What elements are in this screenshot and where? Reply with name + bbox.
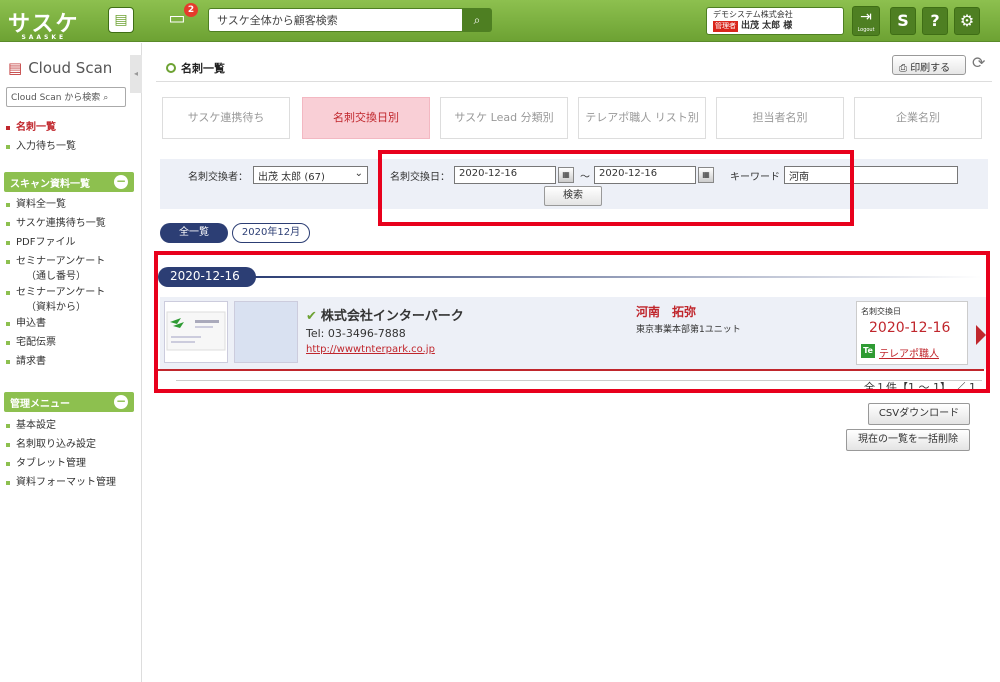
sidebar-item-pdf[interactable]: PDFファイル [6, 233, 136, 252]
csv-download-button[interactable]: CSVダウンロード [868, 403, 970, 425]
cloudscan-icon: ▤ [8, 59, 23, 77]
bulk-delete-button[interactable]: 現在の一覧を一括削除 [846, 429, 970, 451]
admin-badge: 管理者 [713, 21, 738, 32]
print-label: 印刷する [910, 63, 951, 74]
logout-label: Logout [857, 27, 875, 33]
sidebar-item-seminar-docs[interactable]: セミナーアンケート （資料から） [6, 283, 136, 314]
collapse-minus-icon[interactable]: − [114, 395, 128, 409]
help-button[interactable]: ? [922, 7, 948, 35]
admin-section-header[interactable]: 管理メニュー − [4, 392, 134, 412]
notification-badge: 2 [184, 3, 198, 17]
tab-exchange-date[interactable]: 名刺交換日別 [302, 97, 430, 139]
highlight-box-results [154, 251, 990, 393]
pill-all-list[interactable]: 全一覧 [160, 223, 228, 243]
page-title-text: 名刺一覧 [181, 62, 225, 75]
chevron-down-icon: ⌄ [354, 168, 363, 179]
sidebar-search-input[interactable]: Cloud Scan から検索 ⌕ [6, 87, 126, 107]
scan-section-header[interactable]: スキャン資料一覧 − [4, 172, 134, 192]
top-bar: サスケ SAASKE ▤ ▭ 2 サスケ全体から顧客検索 ⌕ デモシステム株式会社… [0, 0, 1000, 42]
sidebar-item-seminar-serial[interactable]: セミナーアンケート （通し番号） [6, 252, 136, 283]
seminar2-line2: （資料から） [26, 302, 86, 313]
seminar2-line1: セミナーアンケート [16, 287, 106, 298]
sidebar-item-card-list[interactable]: 名刺一覧 [6, 118, 136, 137]
highlight-box-filter [378, 150, 854, 226]
sidebar-item-application[interactable]: 申込書 [6, 314, 136, 333]
settings-gear-icon[interactable]: ⚙ [954, 7, 980, 35]
search-icon[interactable]: ⌕ [462, 8, 492, 32]
exchanger-select[interactable]: 出茂 太郎 (67) ⌄ [253, 166, 368, 184]
exchanger-label: 名刺交換者： [188, 172, 248, 183]
cloudscan-app-icon[interactable]: ▤ [108, 7, 134, 33]
title-circle-icon [166, 63, 176, 73]
title-divider [156, 81, 992, 82]
exchanger-value: 出茂 太郎 (67) [258, 172, 325, 183]
tab-company-name[interactable]: 企業名別 [854, 97, 982, 139]
seminar1-line1: セミナーアンケート [16, 256, 106, 267]
sidebar-item-saaske-waiting[interactable]: サスケ連携待ち一覧 [6, 214, 136, 233]
tab-owner-name[interactable]: 担当者名別 [716, 97, 844, 139]
saaske-logo[interactable]: サスケ SAASKE [8, 6, 80, 41]
collapse-minus-icon[interactable]: − [114, 175, 128, 189]
tab-teleapo-list[interactable]: テレアポ職人 リスト別 [578, 97, 706, 139]
sidebar-title: ▤ Cloud Scan [8, 59, 112, 77]
saaske-home-button[interactable]: S [890, 7, 916, 35]
sidebar-item-delivery[interactable]: 宅配伝票 [6, 333, 136, 352]
user-name: 出茂 太郎 様 [741, 21, 793, 31]
scan-list: 資料全一覧 サスケ連携待ち一覧 PDFファイル セミナーアンケート （通し番号） … [6, 195, 136, 371]
sidebar-title-text: Cloud Scan [28, 59, 113, 77]
global-search-input[interactable]: サスケ全体から顧客検索 [208, 8, 464, 32]
tab-saaske-waiting[interactable]: サスケ連携待ち [162, 97, 290, 139]
refresh-icon[interactable]: ⟳ [972, 53, 985, 72]
sidebar: ▤ Cloud Scan ◂ Cloud Scan から検索 ⌕ 名刺一覧 入力待… [0, 43, 142, 682]
user-info-box: デモシステム株式会社 管理者 出茂 太郎 様 [706, 7, 844, 35]
logout-button[interactable]: ⇥ Logout [852, 6, 880, 36]
printer-icon: ⎙ [899, 63, 907, 74]
pill-month[interactable]: 2020年12月 [232, 223, 310, 243]
tab-lead-category[interactable]: サスケ Lead 分類別 [440, 97, 568, 139]
admin-list: 基本設定 名刺取り込み設定 タブレット管理 資料フォーマット管理 [6, 416, 136, 492]
logout-icon: ⇥ [860, 9, 872, 25]
sidebar-item-tablet-management[interactable]: タブレット管理 [6, 454, 136, 473]
seminar1-line2: （通し番号） [26, 271, 86, 282]
sidebar-top-list: 名刺一覧 入力待ち一覧 [6, 118, 136, 156]
sidebar-item-basic-settings[interactable]: 基本設定 [6, 416, 136, 435]
page-title: 名刺一覧 [166, 60, 225, 76]
company-name: デモシステム株式会社 [713, 10, 793, 19]
print-button[interactable]: ⎙ 印刷する [892, 55, 966, 75]
sidebar-collapse-button[interactable]: ◂ [130, 55, 142, 93]
main-content: 名刺一覧 ⎙ 印刷する ⟳ サスケ連携待ち 名刺交換日別 サスケ Lead 分類… [142, 43, 1000, 682]
magnifier-icon: ⌕ [103, 93, 109, 103]
sidebar-item-doc-format[interactable]: 資料フォーマット管理 [6, 473, 136, 492]
sidebar-search-placeholder: Cloud Scan から検索 [11, 93, 101, 103]
sidebar-item-invoice[interactable]: 請求書 [6, 352, 136, 371]
admin-section-title: 管理メニュー [10, 399, 70, 410]
sidebar-item-input-waiting[interactable]: 入力待ち一覧 [6, 137, 136, 156]
sidebar-item-all-docs[interactable]: 資料全一覧 [6, 195, 136, 214]
scan-section-title: スキャン資料一覧 [10, 179, 90, 190]
sidebar-item-card-import-settings[interactable]: 名刺取り込み設定 [6, 435, 136, 454]
